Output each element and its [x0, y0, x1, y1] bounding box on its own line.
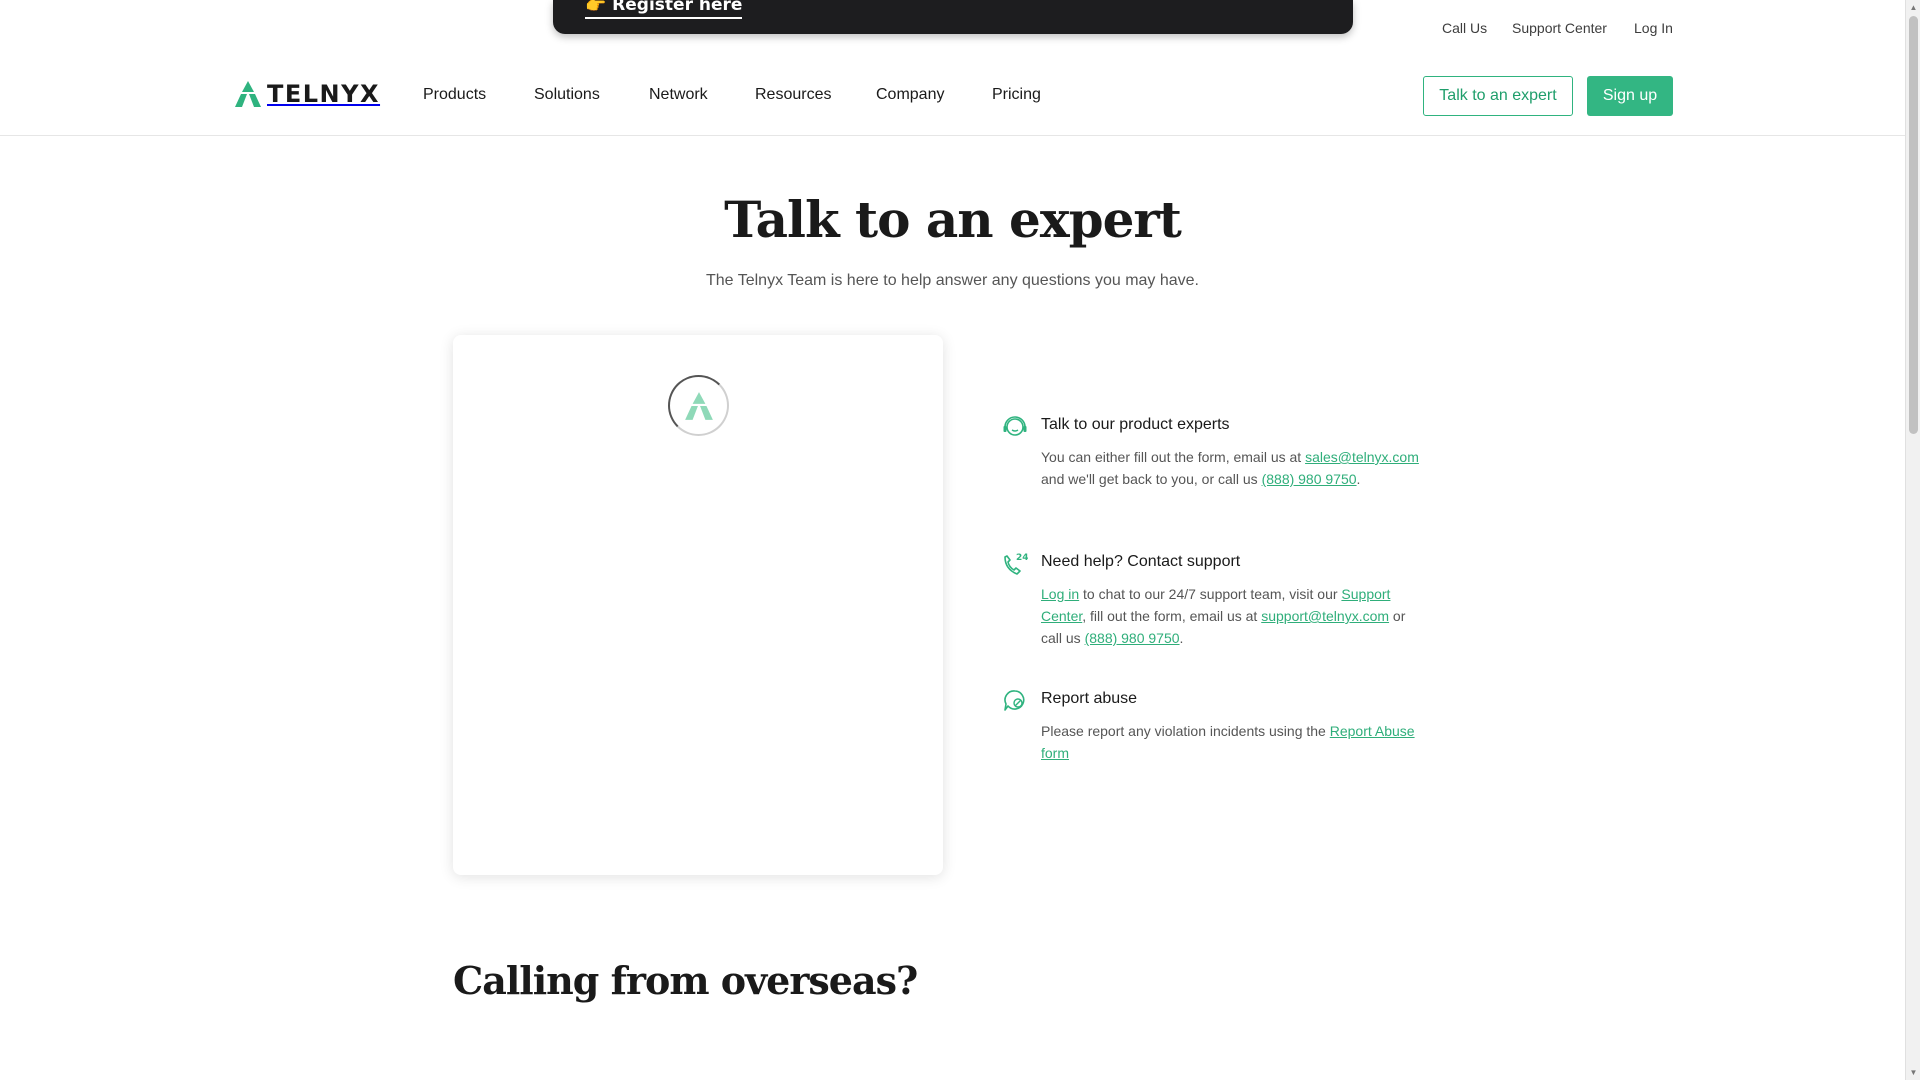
headset-icon — [1003, 416, 1027, 436]
nav-solutions[interactable]: Solutions — [534, 86, 600, 104]
sales-email-link[interactable]: sales@telnyx.com — [1305, 449, 1419, 465]
support-info: 24 Need help? Contact support Log in to … — [1002, 551, 1422, 661]
support-text: Log in to chat to our 24/7 support team,… — [1041, 583, 1421, 649]
support-text-part: . — [1179, 630, 1184, 646]
experts-text-part: and we'll get back to you, or call us — [1041, 471, 1262, 487]
svg-text:24: 24 — [1016, 553, 1028, 563]
log-in-link[interactable]: Log In — [1634, 20, 1673, 36]
scrollbar-thumb[interactable] — [1909, 16, 1918, 434]
page-title: Talk to an expert — [724, 190, 1182, 249]
experts-info: Talk to our product experts You can eith… — [1002, 414, 1422, 524]
overseas-title: Calling from overseas? — [453, 958, 918, 1003]
abuse-title: Report abuse — [1041, 690, 1138, 707]
page-subtitle: The Telnyx Team is here to help answer a… — [705, 272, 1199, 289]
scroll-up-icon[interactable]: ▲ — [1906, 0, 1920, 15]
experts-text-part: You can either fill out the form, email … — [1041, 449, 1306, 465]
nav-resources[interactable]: Resources — [755, 86, 831, 104]
telnyx-triangle-icon — [235, 81, 261, 107]
nav-products[interactable]: Products — [423, 86, 486, 104]
experts-text-part: . — [1356, 471, 1361, 487]
sales-phone-link[interactable]: (888) 980 9750 — [1262, 471, 1357, 487]
call-us-link[interactable]: Call Us — [1442, 20, 1487, 36]
page-scrollbar[interactable]: ▲ ▼ — [1905, 0, 1920, 1080]
phone-24-icon: 24 — [1004, 553, 1028, 575]
register-label: Register here — [612, 0, 743, 15]
talk-to-expert-button[interactable]: Talk to an expert — [1423, 76, 1573, 116]
loading-spinner-icon — [668, 375, 729, 436]
support-center-link[interactable]: Support Center — [1512, 20, 1607, 36]
abuse-info: Report abuse Please report any violation… — [1002, 688, 1422, 778]
support-text-part: , fill out the form, email us at — [1082, 608, 1262, 624]
sign-up-button[interactable]: Sign up — [1587, 76, 1673, 116]
telnyx-logo[interactable]: TELNYX — [233, 80, 380, 108]
nav-network[interactable]: Network — [649, 86, 708, 104]
scroll-down-icon[interactable]: ▼ — [1906, 1065, 1920, 1080]
report-chat-icon — [1004, 690, 1025, 711]
contact-form-card — [453, 335, 943, 875]
register-link[interactable]: 👉 Register here — [585, 0, 743, 19]
experts-title: Talk to our product experts — [1041, 416, 1230, 433]
telnyx-loader-mark-icon — [684, 391, 713, 420]
support-login-link[interactable]: Log in — [1041, 586, 1079, 602]
pointing-hand-icon: 👉 — [585, 0, 607, 15]
nav-company[interactable]: Company — [876, 86, 944, 104]
nav-pricing[interactable]: Pricing — [992, 86, 1041, 104]
abuse-text-part: Please report any violation incidents us… — [1041, 723, 1330, 739]
utility-nav: Call Us Support Center Log In — [0, 20, 1905, 36]
experts-text: You can either fill out the form, email … — [1041, 446, 1421, 490]
logo-text: TELNYX — [267, 80, 381, 108]
support-text-part: to chat to our 24/7 support team, visit … — [1079, 586, 1342, 602]
support-email-link[interactable]: support@telnyx.com — [1261, 608, 1389, 624]
support-phone-link[interactable]: (888) 980 9750 — [1085, 630, 1180, 646]
support-title: Need help? Contact support — [1041, 553, 1241, 570]
main-header: TELNYX Products Solutions Network Resour… — [0, 60, 1905, 136]
abuse-text: Please report any violation incidents us… — [1041, 720, 1421, 764]
